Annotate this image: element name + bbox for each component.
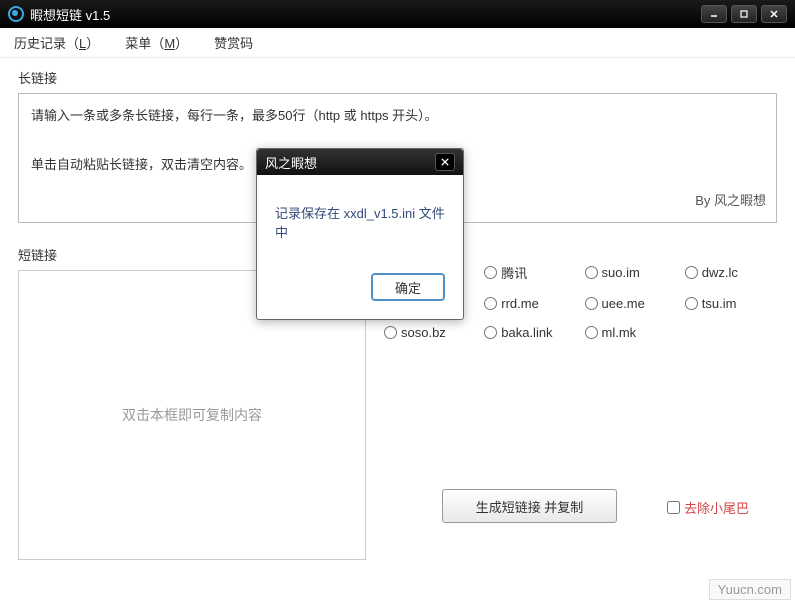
dialog-ok-button[interactable]: 确定: [371, 273, 445, 301]
menubar: 历史记录（L） 菜单（M） 赞赏码: [0, 28, 795, 58]
maximize-button[interactable]: [731, 5, 757, 23]
service-radio-ueeme[interactable]: uee.me: [585, 296, 677, 311]
menu-history-key: L: [79, 36, 86, 51]
remove-tail-label: 去除小尾巴: [684, 498, 749, 517]
radio-input[interactable]: [585, 326, 598, 339]
service-radio-mlmk[interactable]: ml.mk: [585, 325, 677, 340]
titlebar: 暇想短链 v1.5: [0, 0, 795, 28]
dialog-title: 风之暇想: [265, 153, 317, 172]
long-url-label: 长链接: [18, 68, 777, 87]
watermark: Yuucn.com: [709, 579, 791, 600]
dialog-close-button[interactable]: [435, 153, 455, 171]
service-radio-sosobz[interactable]: soso.bz: [384, 325, 476, 340]
generate-button[interactable]: 生成短链接 并复制: [442, 489, 617, 523]
menu-menu-label: 菜单: [125, 36, 151, 51]
radio-input[interactable]: [484, 266, 497, 279]
service-radio-tsuim[interactable]: tsu.im: [685, 296, 777, 311]
dialog-footer: 确定: [257, 263, 463, 319]
menu-menu[interactable]: 菜单（M）: [125, 33, 188, 52]
main-window: 暇想短链 v1.5 历史记录（L） 菜单（M） 赞赏码 长链接 请输入一条或多条…: [0, 0, 795, 604]
radio-label: uee.me: [602, 296, 645, 311]
checkbox-input[interactable]: [667, 501, 680, 514]
byline: By 风之暇想: [695, 189, 766, 214]
service-radio-tencent[interactable]: 腾讯: [484, 263, 576, 282]
radio-label: rrd.me: [501, 296, 539, 311]
short-url-hint: 双击本框即可复制内容: [122, 405, 262, 425]
radio-label: ml.mk: [602, 325, 637, 340]
radio-input[interactable]: [585, 266, 598, 279]
remove-tail-checkbox[interactable]: 去除小尾巴: [667, 498, 749, 517]
service-radio-bakalink[interactable]: baka.link: [484, 325, 576, 340]
radio-input[interactable]: [685, 297, 698, 310]
service-radio-rrdme[interactable]: rrd.me: [484, 296, 576, 311]
radio-label: baka.link: [501, 325, 552, 340]
close-button[interactable]: [761, 5, 787, 23]
menu-menu-key: M: [164, 36, 175, 51]
window-controls: [701, 5, 787, 23]
info-dialog: 风之暇想 记录保存在 xxdl_v1.5.ini 文件中 确定: [256, 148, 464, 320]
radio-label: tsu.im: [702, 296, 737, 311]
menu-history[interactable]: 历史记录（L）: [14, 33, 99, 52]
radio-label: soso.bz: [401, 325, 446, 340]
app-icon: [8, 6, 24, 22]
radio-input[interactable]: [685, 266, 698, 279]
window-title: 暇想短链 v1.5: [30, 5, 110, 24]
dialog-titlebar: 风之暇想: [257, 149, 463, 175]
radio-input[interactable]: [585, 297, 598, 310]
radio-input[interactable]: [384, 326, 397, 339]
long-url-placeholder-1: 请输入一条或多条长链接，每行一条，最多50行（http 或 https 开头）。: [31, 104, 764, 129]
radio-label: suo.im: [602, 265, 640, 280]
menu-history-label: 历史记录: [14, 36, 66, 51]
service-radio-dwzlc[interactable]: dwz.lc: [685, 263, 777, 282]
radio-label: dwz.lc: [702, 265, 738, 280]
radio-input[interactable]: [484, 297, 497, 310]
radio-label: 腾讯: [501, 263, 527, 282]
minimize-button[interactable]: [701, 5, 727, 23]
menu-sponsor[interactable]: 赞赏码: [214, 33, 253, 52]
service-radio-suoim[interactable]: suo.im: [585, 263, 677, 282]
dialog-message: 记录保存在 xxdl_v1.5.ini 文件中: [257, 175, 463, 263]
radio-input[interactable]: [484, 326, 497, 339]
